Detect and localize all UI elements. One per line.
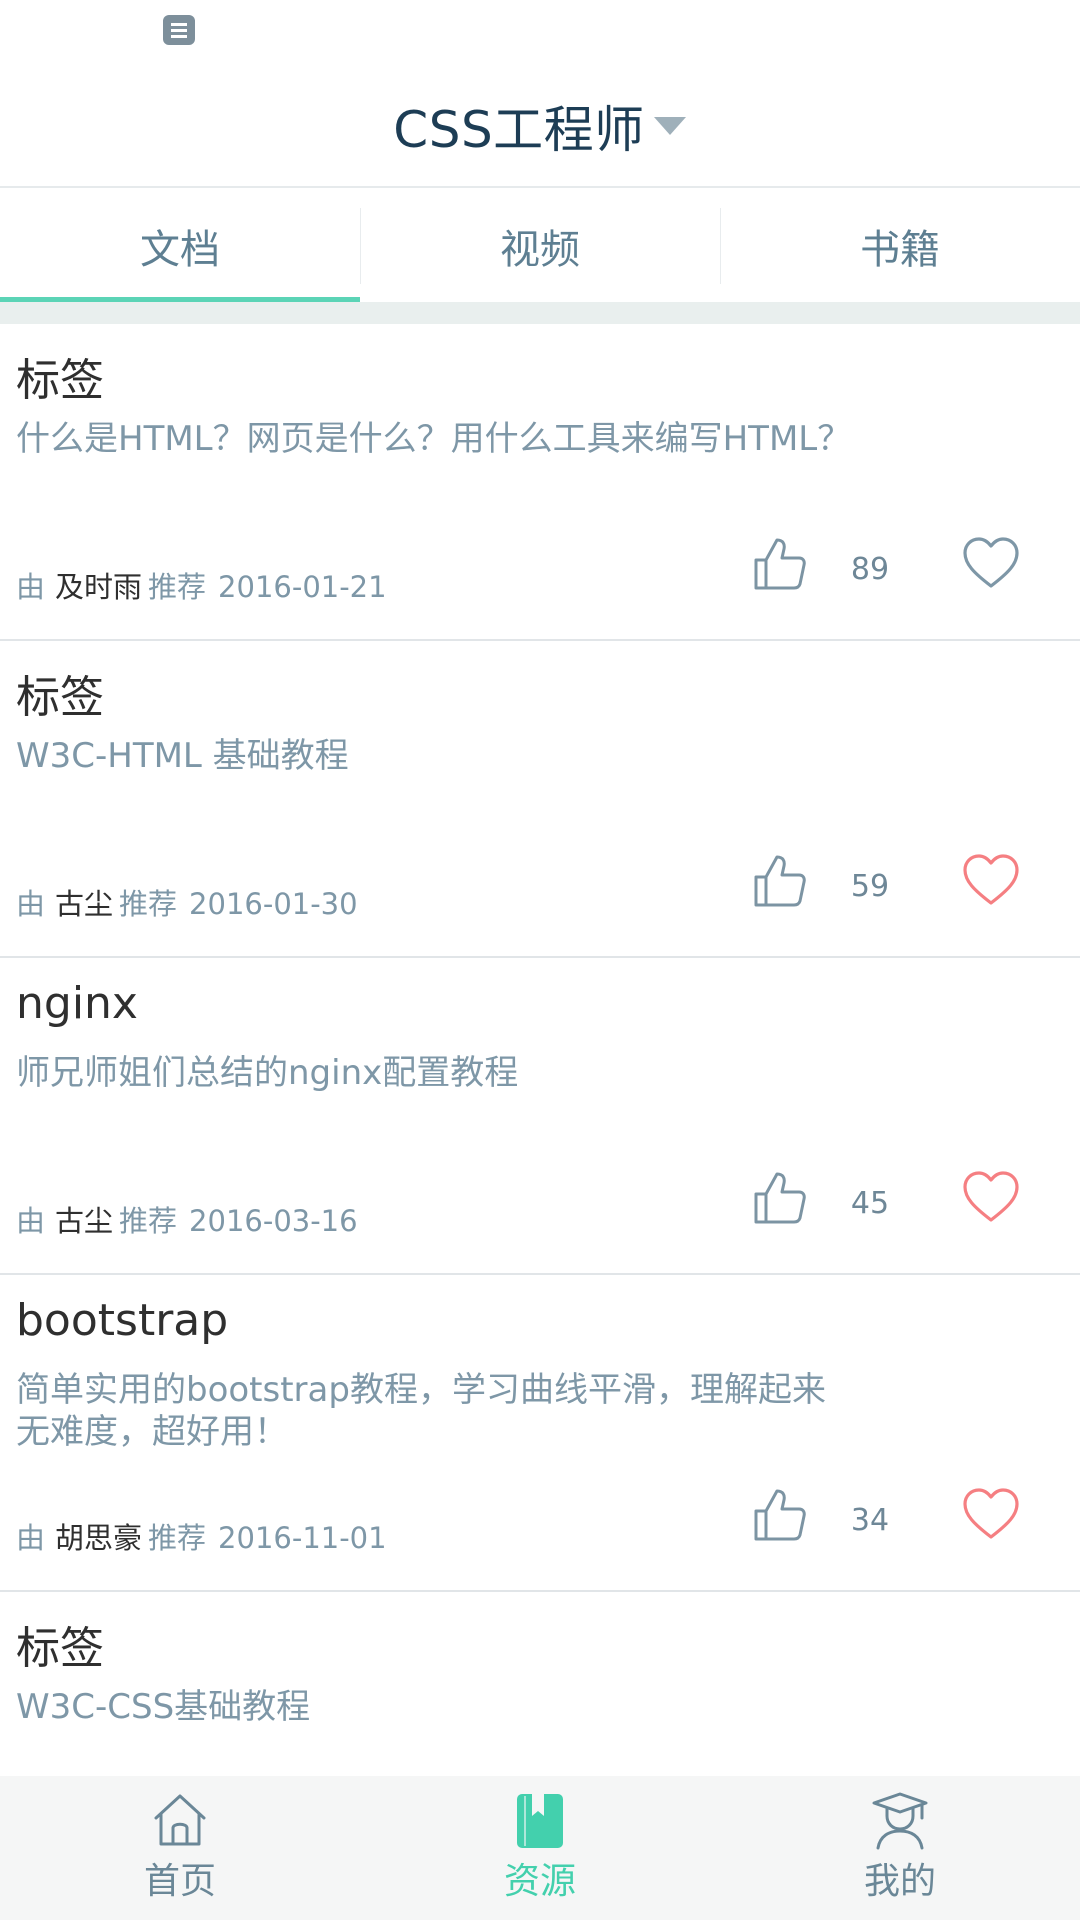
recommend-label: 推荐 [119,1204,178,1238]
by-label: 由 [16,1521,46,1555]
list-item[interactable]: nginx 师兄师姐们总结的nginx配置教程 由古尘 推荐 2016-03-16 … [0,958,1080,1275]
nav-resources[interactable]: 资源 [360,1776,720,1920]
graduate-user-icon [872,1792,928,1850]
item-title: bootstrap [16,1295,229,1346]
tab-videos[interactable]: 视频 [360,190,720,302]
author-link[interactable]: 古尘 [55,1204,113,1238]
thumbs-up-icon[interactable] [752,853,808,909]
nav-label: 资源 [503,1861,576,1902]
resource-list[interactable]: 标签 什么是HTML？网页是什么？用什么工具来编写HTML？ 由及时雨 推荐 201… [0,324,1080,1776]
item-title: 标签 [16,672,104,723]
bookmark-book-icon [517,1794,563,1848]
nav-label: 首页 [143,1861,216,1902]
item-title: 标签 [16,1623,104,1674]
heart-icon[interactable] [962,853,1020,907]
like-count: 45 [850,1186,890,1221]
author-link[interactable]: 及时雨 [55,570,142,604]
tab-books[interactable]: 书籍 [720,190,1080,302]
page-title: CSS工程师 [393,101,645,159]
notification-icon [163,15,195,45]
item-description: 师兄师姐们总结的nginx配置教程 [16,1053,519,1093]
item-description: 什么是HTML？网页是什么？用什么工具来编写HTML？ [16,419,852,459]
item-meta: 由古尘 推荐 2016-01-30 [16,881,358,923]
like-count: 59 [850,869,890,904]
author-link[interactable]: 胡思豪 [55,1521,142,1555]
nav-profile[interactable]: 我的 [720,1776,1080,1920]
list-item[interactable]: 标签 W3C-CSS基础教程 [0,1592,1080,1776]
by-label: 由 [16,1204,46,1238]
like-count: 89 [850,552,890,587]
tab-label: 文档 [140,227,220,273]
bottom-nav: 首页 资源 我的 [0,1776,1080,1920]
by-label: 由 [16,570,46,604]
recommend-label: 推荐 [148,570,207,604]
like-count: 34 [850,1503,890,1538]
heart-icon[interactable] [962,1170,1020,1224]
list-item[interactable]: 标签 W3C-HTML 基础教程 由古尘 推荐 2016-01-30 59 [0,641,1080,958]
item-date: 2016-01-21 [218,570,387,604]
caret-down-icon [653,117,686,135]
item-title: nginx [16,978,138,1029]
list-item[interactable]: 标签 什么是HTML？网页是什么？用什么工具来编写HTML？ 由及时雨 推荐 201… [0,324,1080,641]
by-label: 由 [16,887,46,921]
app-header: CSS工程师 [0,60,1080,188]
category-selector[interactable]: CSS工程师 [0,90,1080,160]
author-link[interactable]: 古尘 [55,887,113,921]
recommend-label: 推荐 [119,887,178,921]
heart-icon[interactable] [962,1487,1020,1541]
item-date: 2016-01-30 [189,887,358,921]
nav-label: 我的 [863,1861,936,1902]
item-date: 2016-11-01 [218,1521,387,1555]
home-icon [154,1794,206,1846]
nav-home[interactable]: 首页 [0,1776,360,1920]
tab-documents[interactable]: 文档 [0,190,360,302]
list-item[interactable]: bootstrap 简单实用的bootstrap教程，学习曲线平滑，理解起来无难… [0,1275,1080,1592]
tab-label: 书籍 [860,227,940,273]
thumbs-up-icon[interactable] [752,536,808,592]
item-title: 标签 [16,355,104,406]
recommend-label: 推荐 [148,1521,207,1555]
heart-icon[interactable] [962,536,1020,590]
item-meta: 由胡思豪 推荐 2016-11-01 [16,1515,387,1557]
item-description: W3C-HTML 基础教程 [16,736,349,776]
item-date: 2016-03-16 [189,1204,358,1238]
item-description: 简单实用的bootstrap教程，学习曲线平滑，理解起来无难度，超好用！ [16,1370,826,1452]
status-bar [0,0,1080,60]
tab-label: 视频 [500,227,580,273]
divider [0,302,1080,324]
item-meta: 由古尘 推荐 2016-03-16 [16,1198,358,1240]
tab-bar: 文档 视频 书籍 [0,190,1080,302]
item-meta: 由及时雨 推荐 2016-01-21 [16,564,387,606]
thumbs-up-icon[interactable] [752,1170,808,1226]
thumbs-up-icon[interactable] [752,1487,808,1543]
item-description: W3C-CSS基础教程 [16,1687,311,1727]
